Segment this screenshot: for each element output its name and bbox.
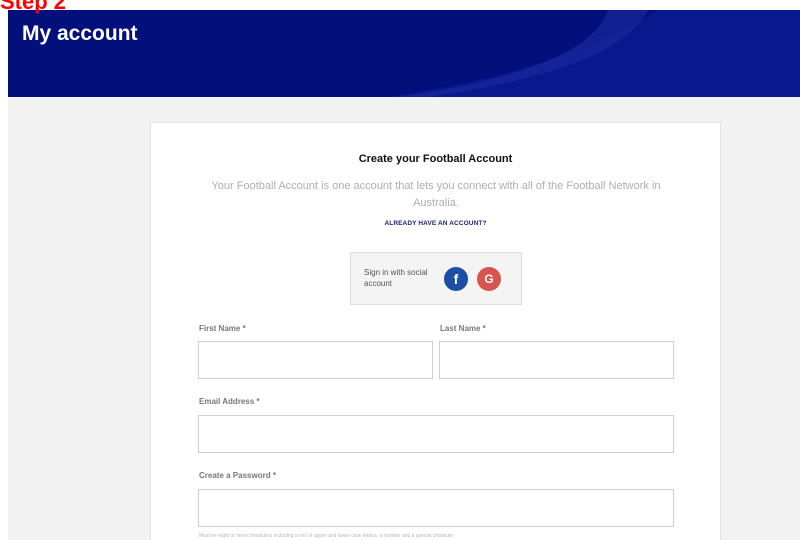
last-name-field[interactable]	[439, 341, 674, 379]
signup-card: Create your Football Account Your Footba…	[150, 122, 721, 540]
page-title: My account	[22, 22, 138, 45]
card-description: Your Football Account is one account tha…	[211, 180, 661, 209]
social-signin-box: Sign in with social account f G	[350, 252, 522, 305]
password-field[interactable]	[198, 489, 674, 527]
step-annotation: Step 2	[0, 0, 67, 14]
password-label: Create a Password *	[199, 471, 276, 480]
facebook-icon[interactable]: f	[444, 267, 468, 291]
last-name-label: Last Name *	[440, 324, 486, 333]
social-signin-text: Sign in with social account	[364, 268, 428, 288]
google-icon[interactable]: G	[477, 267, 501, 291]
already-have-account-link[interactable]: ALREADY HAVE AN ACCOUNT?	[151, 220, 720, 227]
card-title: Create your Football Account	[358, 153, 513, 165]
first-name-label: First Name *	[199, 324, 246, 333]
first-name-field[interactable]	[198, 341, 433, 379]
email-label: Email Address *	[199, 397, 260, 406]
password-hint: Must be eight or more characters includi…	[199, 533, 454, 539]
email-field[interactable]	[198, 415, 674, 453]
page-header: My account	[8, 10, 800, 97]
